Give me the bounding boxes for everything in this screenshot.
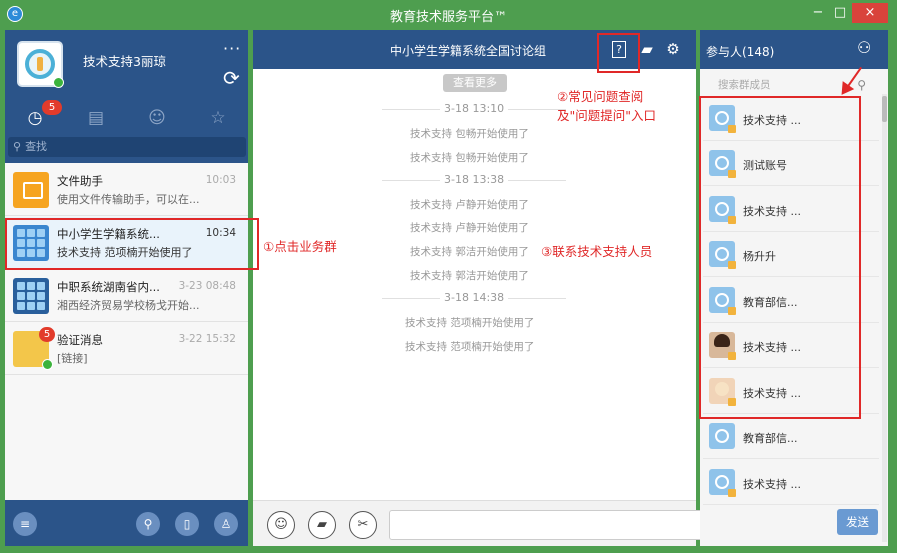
group-icon [13,278,49,314]
system-message: 技术支持 范项楠开始使用了 [405,317,535,329]
left-footer: ≡ ⚲ ▯ ♙ [5,500,248,546]
minimize-button[interactable]: − [806,3,830,23]
system-message: 技术支持 卢静开始使用了 [410,199,529,211]
annotation-box-group [5,218,259,270]
nav-tabs: ◷ 5 ▤ ☺ ☆ [5,100,248,134]
system-message: 技术支持 卢静开始使用了 [410,222,529,234]
member-search-placeholder: 搜索群成员 [718,79,771,91]
default-avatar-icon [709,423,735,449]
annotation-label-1: ①点击业务群 [263,239,337,254]
search-icon[interactable]: ⚲ [136,512,160,536]
avatar-logo-icon [25,49,55,79]
settings-icon[interactable]: ⚙ [663,39,683,59]
participants-title: 参与人(148) [706,45,775,59]
star-icon: ☆ [210,108,226,128]
left-panel: 技术支持3丽琼 ··· ⟳ ◷ 5 ▤ ☺ ☆ ⚲ 查找 文件助手 使用文件传输助… [5,30,248,546]
search-input[interactable]: ⚲ 查找 [8,137,246,157]
composer-bar: ☺ ▰ ✂ [253,500,811,546]
member-item[interactable]: 教育部信... [703,414,879,459]
system-message: 技术支持 郭洁开始使用了 [410,246,529,258]
people-icon[interactable]: ⚇ [857,38,871,57]
system-message: 技术支持 包畅开始使用了 [410,152,529,164]
search-icon: ⚲ [13,140,22,153]
scrollbar[interactable] [882,94,887,542]
annotation-box-members [699,96,861,419]
profile-header: 技术支持3丽琼 ··· ⟳ ◷ 5 ▤ ☺ ☆ ⚲ 查找 [5,30,248,163]
menu-icon[interactable]: ≡ [13,512,37,536]
tab-groups[interactable]: ▤ [66,102,126,134]
avatar[interactable] [17,41,64,88]
annotation-label-2b: 及"问题提问"入口 [557,108,656,123]
emoji-icon[interactable]: ☺ [267,511,295,539]
folder-icon[interactable]: ▰ [308,511,336,539]
search-icon: ⚲ [857,78,866,92]
system-message: 技术支持 郭洁开始使用了 [410,270,529,282]
check-icon [42,359,53,370]
conversation-vocational-group[interactable]: 中职系统湖南省内... 湘西经济贸易学校杨戈开始... 3-23 08:48 [5,270,248,322]
member-name: 技术支持 ... [743,478,801,491]
member-item[interactable]: 技术支持 ... [703,460,879,505]
clock-icon: ◷ [27,108,43,128]
message-timestamp: 3-18 13:10 [381,102,567,115]
tab-favorites[interactable]: ☆ [188,102,248,134]
conversation-snippet: 湘西经济贸易学校杨戈开始... [57,299,200,312]
conversation-time: 3-22 15:32 [178,333,236,345]
refresh-icon[interactable]: ⟳ [223,66,240,90]
tab-contacts[interactable]: ☺ [127,102,187,134]
unread-badge: 5 [39,327,55,342]
annotation-label-3: ③联系技术支持人员 [541,244,653,259]
group-title: 中小学生学籍系统全国讨论组 [390,44,547,58]
online-status-icon [53,77,64,88]
close-button[interactable]: × [852,3,888,23]
scrollbar-thumb[interactable] [882,96,887,122]
annotation-label-2a: ②常见问题查阅 [557,89,644,104]
more-options-button[interactable]: ··· [223,39,241,58]
conversation-snippet: 使用文件传输助手，可以在... [57,193,200,206]
unread-badge: 5 [42,100,62,115]
list-icon: ▤ [87,108,105,128]
conversation-verify-messages[interactable]: 5 验证消息 [链接] 3-22 15:32 [5,323,248,375]
participants-header: 参与人(148) ⚇ [700,30,888,69]
file-helper-icon [13,172,49,208]
folder-icon[interactable]: ▰ [637,39,657,59]
conversation-title: 文件助手 [57,174,103,188]
send-button[interactable]: 发送 [837,509,878,535]
title-bar: e 教育技术服务平台™ − □ × [0,0,897,28]
system-message: 技术支持 包畅开始使用了 [410,128,529,140]
user-name: 技术支持3丽琼 [83,54,166,69]
conversation-time: 3-23 08:48 [178,280,236,292]
conversation-title: 验证消息 [57,333,103,347]
member-name: 教育部信... [743,432,798,445]
message-timestamp: 3-18 13:38 [381,173,567,186]
conversation-snippet: [链接] [57,352,88,365]
message-timestamp: 3-18 14:38 [381,291,567,304]
system-message: 技术支持 范项楠开始使用了 [405,341,535,353]
view-more-button[interactable]: 查看更多 [443,74,507,92]
search-placeholder: 查找 [25,140,48,153]
scissors-icon[interactable]: ✂ [349,511,377,539]
conversation-time: 10:03 [205,174,236,186]
contacts-icon: ☺ [148,108,166,128]
conversation-file-helper[interactable]: 文件助手 使用文件传输助手，可以在... 10:03 [5,164,248,216]
annotation-box-faq [597,33,640,73]
user-icon[interactable]: ♙ [214,512,238,536]
tab-recent[interactable]: ◷ 5 [5,100,65,134]
app-window: e 教育技术服务平台™ − □ × 技术支持3丽琼 ··· ⟳ ◷ 5 ▤ ☺ … [0,0,897,553]
window-title: 教育技术服务平台™ [389,10,507,25]
maximize-button[interactable]: □ [828,3,852,23]
phone-icon[interactable]: ▯ [175,512,199,536]
status-icon [728,489,736,497]
conversation-title: 中职系统湖南省内... [57,280,160,294]
